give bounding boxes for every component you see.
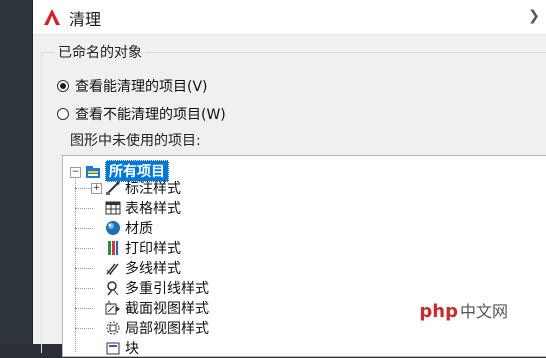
tree-item-label: 打印样式 xyxy=(125,241,181,257)
close-icon[interactable]: ❯ xyxy=(522,0,546,34)
group-label: 已命名的对象 xyxy=(55,42,145,62)
radio-view-purgeable[interactable]: 查看能清理的项目(V) xyxy=(57,75,208,97)
section-view-style-icon: A xyxy=(105,300,120,315)
watermark-brand: php xyxy=(419,301,458,322)
dimension-style-icon xyxy=(106,181,120,195)
tree-item[interactable]: 标注样式 xyxy=(105,178,181,198)
material-sphere-icon xyxy=(106,221,120,235)
purge-items-tree[interactable]: − 所有项目 + 标注样式 表格样式 材质 打印样式 多线样式 多重引线样式 A… xyxy=(62,155,546,357)
tree-item-label: 截面视图样式 xyxy=(125,301,209,317)
watermark-text: 中文网 xyxy=(459,302,508,321)
tree-item[interactable]: 局部视图样式 xyxy=(105,318,209,338)
collapse-icon[interactable]: − xyxy=(70,167,81,178)
tree-item-label: 表格样式 xyxy=(125,201,181,217)
autocad-logo-icon xyxy=(44,9,60,25)
multiline-style-icon xyxy=(106,263,119,276)
mleader-style-icon xyxy=(107,281,119,296)
purge-dialog: 清理 ❯ 已命名的对象 查看能清理的项目(V) 查看不能清理的项目(W) 图形中… xyxy=(33,0,546,357)
title-bar: 清理 ❯ xyxy=(33,0,546,35)
tree-item[interactable]: A 截面视图样式 xyxy=(105,298,209,318)
tree-item[interactable]: 材质 xyxy=(105,218,153,238)
tree-item[interactable]: 表格样式 xyxy=(105,198,181,218)
tree-item-label: 局部视图样式 xyxy=(125,321,209,337)
all-items-icon xyxy=(86,166,100,178)
watermark: php 中文网 xyxy=(419,298,508,322)
plot-style-icon xyxy=(108,241,118,255)
tree-item[interactable]: 打印样式 xyxy=(105,238,181,258)
tree-item-label: 多重引线样式 xyxy=(125,281,209,297)
background-panel xyxy=(0,0,33,344)
table-style-icon xyxy=(105,201,121,215)
radio-unchecked-icon[interactable] xyxy=(57,108,69,120)
tree-item[interactable]: 块 xyxy=(105,338,139,358)
radio-view-unpurgeable[interactable]: 查看不能清理的项目(W) xyxy=(57,103,226,125)
tree-item[interactable]: 多重引线样式 xyxy=(105,278,209,298)
radio-label: 查看不能清理的项目(W) xyxy=(75,107,226,123)
tree-item-label: 标注样式 xyxy=(125,181,181,197)
detail-view-style-icon xyxy=(106,321,120,335)
tree-item-label: 块 xyxy=(125,341,139,357)
window-title: 清理 xyxy=(69,10,102,29)
tree-item-label: 材质 xyxy=(125,221,153,237)
tree-heading: 图形中未使用的项目: xyxy=(70,133,201,149)
radio-label: 查看能清理的项目(V) xyxy=(75,79,208,95)
tree-item[interactable]: 多线样式 xyxy=(105,258,181,278)
radio-checked-icon[interactable] xyxy=(57,80,69,92)
expand-icon[interactable]: + xyxy=(91,183,102,194)
block-icon xyxy=(106,342,120,355)
tree-item-label: 多线样式 xyxy=(125,261,181,277)
